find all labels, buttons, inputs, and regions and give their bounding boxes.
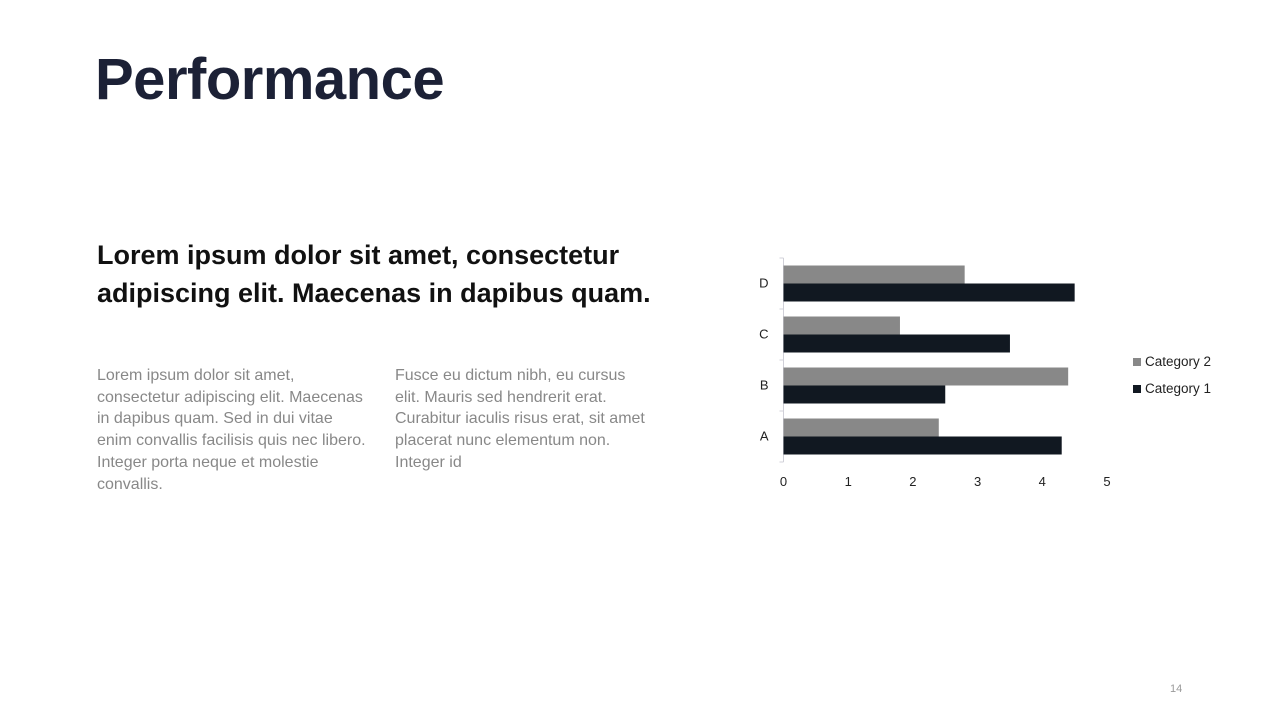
legend-label-category-1: Category 1 xyxy=(1145,381,1212,396)
x-tick-label: 4 xyxy=(1039,474,1046,489)
x-tick-label: 0 xyxy=(780,474,787,489)
legend-swatch-category-2 xyxy=(1133,357,1141,366)
bar-b-category-1 xyxy=(783,385,946,404)
bar-b-category-2 xyxy=(783,367,1069,386)
legend-label-category-2: Category 2 xyxy=(1145,354,1212,369)
body-text-right: Fusce eu dictum nibh, eu cursus elit. Ma… xyxy=(395,367,645,471)
bar-c-category-2 xyxy=(783,316,900,335)
y-tick-label-d: D xyxy=(759,276,768,291)
x-tick-label: 3 xyxy=(974,474,981,489)
bar-d-category-2 xyxy=(783,265,965,284)
x-tick-label: 1 xyxy=(845,474,852,489)
bar-chart: A B C D 0 1 2 3 4 5 xyxy=(759,257,1111,489)
bar-a-category-1 xyxy=(783,436,1062,455)
y-tick-label-c: C xyxy=(759,327,768,342)
slide-subtitle: Lorem ipsum dolor sit amet, consectetur … xyxy=(97,240,651,308)
page-number: 14 xyxy=(1170,683,1183,695)
y-tick-label-a: A xyxy=(760,429,769,444)
slide-title: Performance xyxy=(95,47,445,112)
x-tick-label: 5 xyxy=(1103,474,1110,489)
legend-item-category-1: Category 1 xyxy=(1133,375,1211,402)
legend-item-category-2: Category 2 xyxy=(1133,348,1211,375)
legend-swatch-category-1 xyxy=(1133,384,1141,393)
body-text-left: Lorem ipsum dolor sit amet, consectetur … xyxy=(97,367,366,493)
chart-legend: Category 2 Category 1 xyxy=(1133,348,1211,402)
bar-c-category-1 xyxy=(783,334,1010,353)
y-tick-label-b: B xyxy=(760,378,769,393)
bar-d-category-1 xyxy=(783,283,1075,302)
x-tick-label: 2 xyxy=(909,474,916,489)
bar-a-category-2 xyxy=(783,418,939,437)
